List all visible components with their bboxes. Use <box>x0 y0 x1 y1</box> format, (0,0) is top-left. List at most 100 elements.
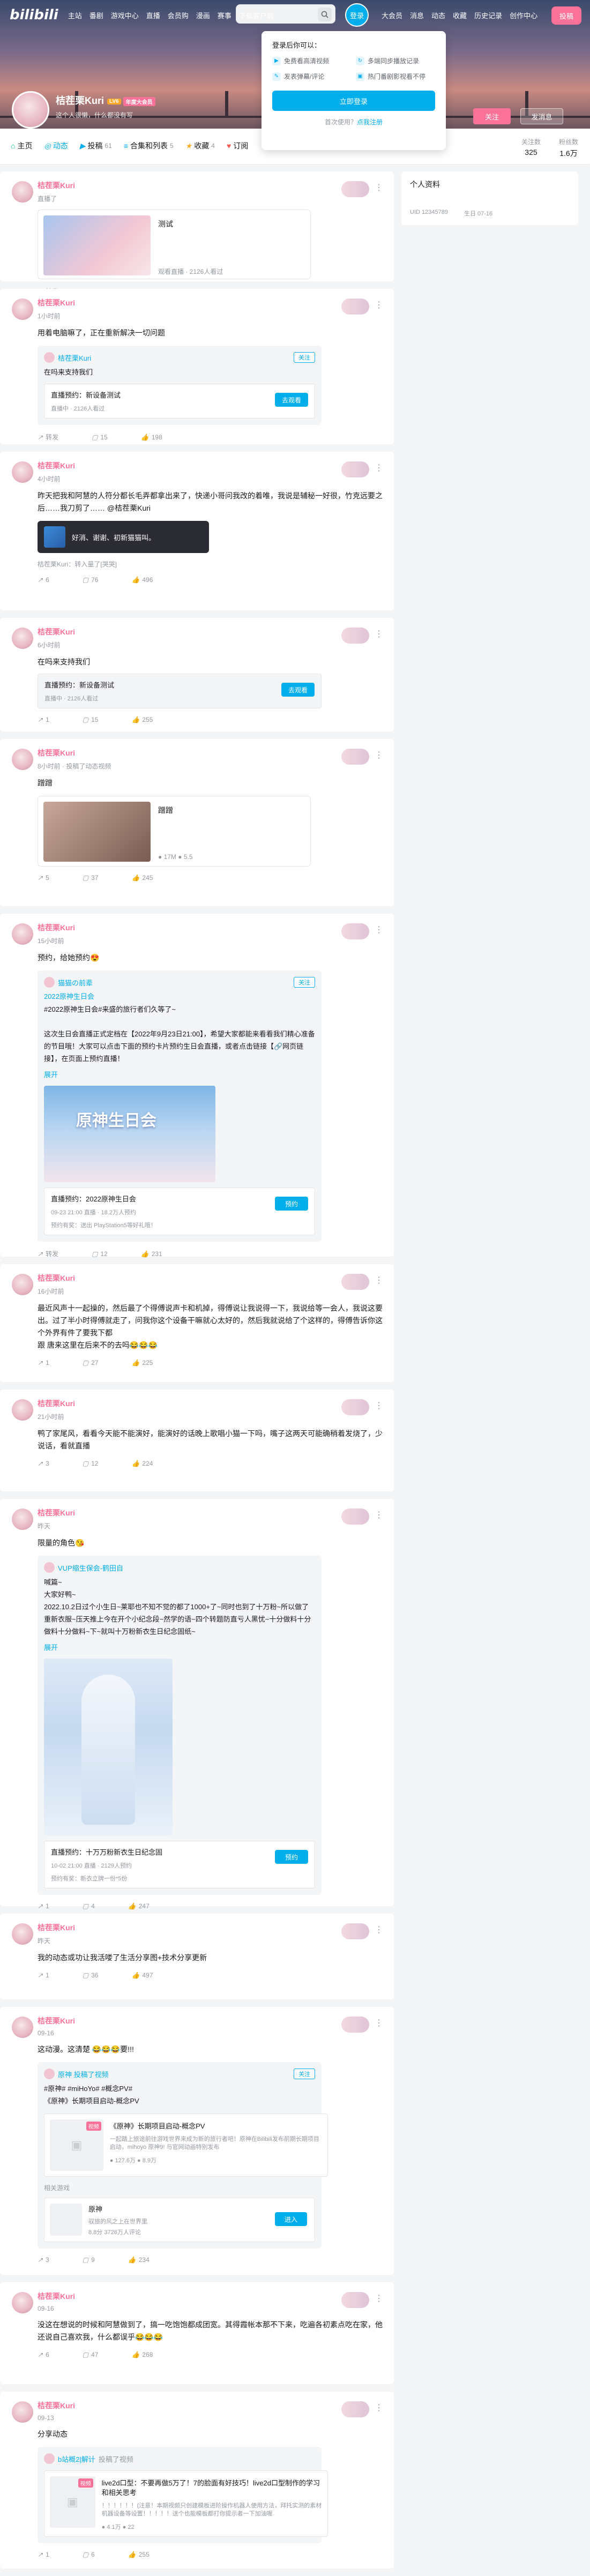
tab-favorites[interactable]: ★ 收藏 4 <box>185 140 215 151</box>
event-poster[interactable]: 原神生日会 <box>44 1086 215 1182</box>
watch-button[interactable]: 去观看 <box>281 683 315 697</box>
author-name[interactable]: 桔茬栗Kuri <box>38 297 384 308</box>
tab-videos[interactable]: ▶ 投稿 61 <box>80 140 112 151</box>
avatar[interactable] <box>12 1399 33 1421</box>
like-button[interactable]: 👍 245 <box>131 874 153 882</box>
forwarded-post[interactable]: 桔茬栗Kuri 关注 在吗来支持我们 直播预约：新设备测试 直播中 · 2126人… <box>38 346 322 425</box>
more-icon[interactable]: ⋮ <box>375 462 383 473</box>
like-button[interactable]: 👍 497 <box>131 1972 153 1979</box>
avatar[interactable] <box>12 2401 33 2423</box>
forward-button[interactable]: ↗ 1 <box>38 2551 49 2558</box>
comment-button[interactable]: ▢ 15 <box>92 432 108 442</box>
more-icon[interactable]: ⋮ <box>375 2402 383 2413</box>
tab-subscriptions[interactable]: ♥ 订阅 <box>227 140 248 151</box>
game-card[interactable]: 原神 驭旅的风之上在世界里 8.8分 3726万人评论 进入 <box>44 2198 315 2242</box>
forwarded-post[interactable]: b站概2|解计 投稿了视频 视频 ▣ live2d口型：不要再做5万了！7的脸面有好… <box>38 2447 328 2543</box>
message-button[interactable]: 发消息 <box>520 108 563 124</box>
like-button[interactable]: 👍 255 <box>131 716 153 723</box>
forward-author[interactable]: VUP缩生保会-鹤田自 <box>44 1562 315 1573</box>
nav-download[interactable]: 下载客户端 <box>239 10 274 20</box>
more-icon[interactable]: ⋮ <box>375 750 383 760</box>
author-name[interactable]: 桔茬栗Kuri <box>38 2400 384 2411</box>
more-icon[interactable]: ⋮ <box>375 1275 383 1286</box>
avatar[interactable] <box>12 2017 33 2038</box>
avatar[interactable] <box>12 91 49 129</box>
more-icon[interactable]: ⋮ <box>375 1924 383 1935</box>
like-button[interactable]: 👍 255 <box>128 2551 150 2558</box>
forward-text[interactable]: #原神# #miHoYo# #概念PV# 《原神》长期项目启动-概念PV <box>44 2082 315 2107</box>
stat-following[interactable]: 关注数 325 <box>521 137 541 159</box>
forward-button[interactable]: ↗ 1 <box>38 1359 49 1367</box>
avatar[interactable] <box>12 298 33 320</box>
forwarded-post[interactable]: 猫猫の前辈 关注 2022原神生日会 #2022原神生日会#来盛的旅行者们久等了~… <box>38 970 322 1242</box>
author-name[interactable]: 桔茬栗Kuri <box>38 1507 384 1518</box>
login-now-button[interactable]: 立即登录 <box>272 91 435 111</box>
tab-collections[interactable]: ≡ 合集和列表 5 <box>124 140 174 151</box>
author-name[interactable]: 桔茬栗Kuri <box>38 1273 384 1283</box>
enter-game-button[interactable]: 进入 <box>275 2212 307 2226</box>
comment-button[interactable]: ▢ 6 <box>83 2551 95 2558</box>
follow-button[interactable]: 关注 <box>294 2069 315 2079</box>
author-name[interactable]: 桔茬栗Kuri <box>38 922 384 933</box>
author-name[interactable]: 桔茬栗Kuri <box>38 748 384 758</box>
avatar[interactable] <box>12 461 33 483</box>
bilibili-logo[interactable]: bilibili <box>10 7 58 23</box>
more-icon[interactable]: ⋮ <box>375 924 383 935</box>
avatar[interactable] <box>12 2292 33 2313</box>
forward-heading[interactable]: 2022原神生日会 <box>44 991 315 1001</box>
more-icon[interactable]: ⋮ <box>375 182 383 193</box>
follow-button[interactable]: 关注 <box>294 977 315 988</box>
follow-button[interactable]: 关注 <box>473 108 511 124</box>
author-name[interactable]: 桔茬栗Kuri <box>38 1922 384 1933</box>
author-name[interactable]: 桔茬栗Kuri <box>38 180 384 191</box>
avatar[interactable] <box>12 181 33 203</box>
author-name[interactable]: 桔茬栗Kuri <box>38 626 384 637</box>
reserve-button[interactable]: 预约 <box>275 1197 308 1211</box>
reservation-prize[interactable]: 预约有奖：送出 PlayStation5等好礼哦！ <box>51 1221 308 1229</box>
forward-author[interactable]: 猫猫の前辈 关注 <box>44 977 315 988</box>
forward-button[interactable]: ↗ 5 <box>38 874 49 882</box>
tab-dynamic[interactable]: ◎ 动态 <box>44 140 68 151</box>
avatar[interactable] <box>12 628 33 649</box>
expand-link[interactable]: 展开 <box>44 1642 315 1652</box>
character-artwork[interactable] <box>44 1659 173 1835</box>
nav-mall[interactable]: 会员购 <box>168 10 189 20</box>
like-button[interactable]: 👍 234 <box>128 2256 150 2264</box>
forward-button[interactable]: ↗转发 <box>38 1249 58 1258</box>
forwarded-post[interactable]: VUP缩生保会-鹤田自 喊篇~ 大家好鸭~ 2022.10.2日过个小生日~莱耶… <box>38 1556 322 1895</box>
nav-bangumi[interactable]: 番剧 <box>89 10 103 20</box>
live-embed[interactable]: 测试 观看直播 · 2126人看过 <box>38 210 311 279</box>
author-name[interactable]: 桔茬栗Kuri <box>38 2291 384 2302</box>
comment-button[interactable]: ▢ 27 <box>83 1359 99 1367</box>
nav-game[interactable]: 游戏中心 <box>111 10 139 20</box>
forward-author[interactable]: 原神 投稿了视频 关注 <box>44 2069 315 2079</box>
avatar[interactable] <box>12 1923 33 1945</box>
nav-home[interactable]: 主站 <box>68 10 82 20</box>
avatar[interactable] <box>12 749 33 770</box>
forward-button[interactable]: ↗ 6 <box>38 576 49 584</box>
forward-author[interactable]: 桔茬栗Kuri 关注 <box>44 352 315 363</box>
nav-live[interactable]: 直播 <box>146 10 160 20</box>
watch-button[interactable]: 去观看 <box>275 393 308 407</box>
comment-button[interactable]: ▢ 15 <box>83 716 99 723</box>
forward-button[interactable]: ↗ 1 <box>38 716 49 723</box>
forward-button[interactable]: ↗ 3 <box>38 2256 49 2264</box>
stat-followers[interactable]: 粉丝数 1.6万 <box>559 137 578 159</box>
comment-button[interactable]: ▢ 37 <box>83 874 99 882</box>
like-button[interactable]: 👍 268 <box>131 2351 153 2358</box>
video-card[interactable]: 视频 ▣ 《原神》长期项目启动-概念PV 一起踏上旅途前往游戏世界来成为新的旅行者吧… <box>44 2114 328 2177</box>
more-icon[interactable]: ⋮ <box>375 300 383 310</box>
forward-button[interactable]: ↗ 1 <box>38 1972 49 1979</box>
forward-button[interactable]: ↗转发 <box>38 432 58 442</box>
more-icon[interactable]: ⋮ <box>375 1400 383 1411</box>
comment-button[interactable]: ▢ 36 <box>83 1972 99 1979</box>
avatar[interactable] <box>12 923 33 945</box>
tab-home[interactable]: ⌂ 主页 <box>11 140 32 151</box>
video-card[interactable]: 视频 ▣ live2d口型：不要再做5万了！7的脸面有好技巧！live2d口型制作… <box>44 2470 328 2537</box>
register-link[interactable]: 点我注册 <box>357 118 383 126</box>
avatar[interactable] <box>12 1274 33 1295</box>
nav-manga[interactable]: 漫画 <box>196 10 210 20</box>
forward-button[interactable]: ↗ 1 <box>38 1902 49 1910</box>
comment-button[interactable]: ▢ 76 <box>83 576 99 584</box>
author-name[interactable]: 桔茬栗Kuri <box>38 1398 384 1409</box>
